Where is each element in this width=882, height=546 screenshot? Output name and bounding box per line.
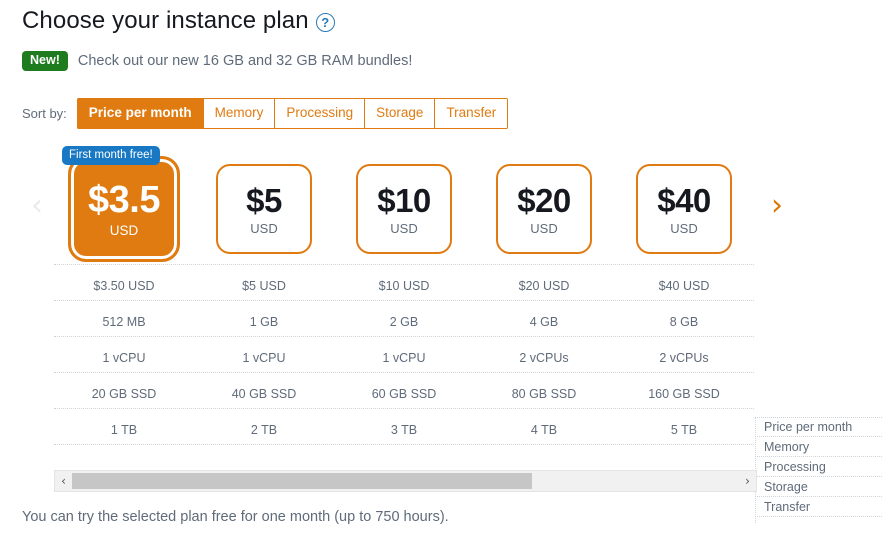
plan-spec-cell: 1 vCPU — [242, 351, 286, 365]
plan-currency: USD — [390, 220, 418, 236]
carousel-prev-chevron-icon[interactable]: ‹ — [22, 191, 52, 221]
plan-currency: USD — [109, 223, 139, 238]
plan-spec-cell: 60 GB SSD — [371, 387, 437, 401]
plan-spec-cell: 2 GB — [389, 315, 419, 329]
sort-option-memory[interactable]: Memory — [203, 98, 276, 129]
plan-column: $5 USD $5 USD 1 GB 1 vCPU 40 GB SSD 2 TB — [194, 146, 334, 446]
horizontal-scrollbar[interactable]: ‹ › — [54, 470, 757, 492]
plan-spec-cell: 3 TB — [390, 423, 418, 437]
plan-carousel: ‹ › First month free! $3.5 USD $3.50 USD 512… — [0, 146, 882, 523]
plan-column: $40 USD $40 USD 8 GB 2 vCPUs 160 GB SSD 5 TB — [614, 146, 754, 446]
carousel-next-chevron-icon[interactable]: › — [762, 191, 792, 221]
plan-spec-cell: 1 vCPU — [102, 351, 146, 365]
new-badge: New! — [22, 51, 68, 71]
sort-option-processing[interactable]: Processing — [275, 98, 366, 129]
plan-currency: USD — [250, 220, 278, 236]
plan-price: $40 — [657, 181, 711, 219]
scrollbar-right-arrow-icon[interactable]: › — [739, 471, 756, 491]
sort-segmented-control: Price per month Memory Processing Storage Tr… — [76, 98, 509, 129]
sort-by-control: Sort by: Price per month Memory Processing… — [22, 98, 509, 129]
plan-spec-cell: 80 GB SSD — [511, 387, 577, 401]
plan-spec-cell: 160 GB SSD — [648, 387, 720, 401]
row-separator — [54, 336, 754, 337]
new-feature-banner: New! Check out our new 16 GB and 32 GB R… — [22, 51, 412, 71]
spec-label-storage: Storage — [755, 477, 882, 497]
spec-label-processing: Processing — [755, 457, 882, 477]
plan-spec-cell: 512 MB — [102, 315, 146, 329]
sort-option-transfer[interactable]: Transfer — [435, 98, 509, 129]
plan-spec-cell: 40 GB SSD — [231, 387, 297, 401]
scrollbar-left-arrow-icon[interactable]: ‹ — [55, 471, 72, 491]
plan-card[interactable]: $40 USD — [636, 164, 732, 254]
plan-spec-cell: 5 TB — [670, 423, 698, 437]
help-icon[interactable]: ? — [315, 13, 335, 32]
sort-by-label: Sort by: — [22, 106, 67, 121]
row-separator — [54, 264, 754, 265]
spec-label-price-per-month: Price per month — [755, 417, 882, 437]
spec-label-memory: Memory — [755, 437, 882, 457]
row-separator — [54, 372, 754, 373]
plan-spec-cell: $40 USD — [658, 279, 710, 293]
plan-card-selected[interactable]: $3.5 USD — [68, 156, 180, 262]
footer-note: You can try the selected plan free for o… — [22, 509, 449, 525]
sort-option-storage[interactable]: Storage — [365, 98, 436, 129]
plan-spec-cell: $20 USD — [518, 279, 570, 293]
plan-spec-cell: $3.50 USD — [93, 279, 155, 293]
plan-spec-cell: 2 vCPUs — [659, 351, 709, 365]
plan-spec-cell: 1 vCPU — [382, 351, 426, 365]
plan-spec-cell: 4 TB — [530, 423, 558, 437]
plan-column: First month free! $3.5 USD $3.50 USD 512 MB 1… — [54, 146, 194, 446]
plan-currency: USD — [530, 220, 558, 236]
plan-spec-cell: 4 GB — [529, 315, 559, 329]
scrollbar-thumb[interactable] — [72, 473, 533, 489]
plan-spec-cell: 8 GB — [669, 315, 699, 329]
plan-card[interactable]: $10 USD — [356, 164, 452, 254]
plan-column: $20 USD $20 USD 4 GB 2 vCPUs 80 GB SSD 4 TB — [474, 146, 614, 446]
plan-currency: USD — [670, 220, 698, 236]
plan-price: $5 — [246, 181, 282, 219]
plan-price: $20 — [517, 181, 571, 219]
row-separator — [54, 408, 754, 409]
plan-spec-cell: $10 USD — [378, 279, 430, 293]
plan-spec-cell: 2 vCPUs — [519, 351, 569, 365]
page-title: Choose your instance plan — [22, 7, 309, 34]
plan-ribbon-badge: First month free! — [62, 146, 160, 165]
spec-label-panel: Price per month Memory Processing Storage Tr… — [755, 417, 882, 523]
plan-column: $10 USD $10 USD 2 GB 1 vCPU 60 GB SSD 3 TB — [334, 146, 474, 446]
plan-spec-cell: 2 TB — [250, 423, 278, 437]
plan-columns: First month free! $3.5 USD $3.50 USD 512 MB 1… — [54, 146, 754, 446]
plan-price: $10 — [377, 181, 431, 219]
plan-spec-cell: $5 USD — [242, 279, 286, 293]
plan-spec-cell: 20 GB SSD — [91, 387, 157, 401]
sort-option-price-per-month[interactable]: Price per month — [76, 98, 204, 129]
spec-label-transfer: Transfer — [755, 497, 882, 517]
row-separator — [54, 444, 754, 445]
plan-price: $3.5 — [88, 179, 160, 221]
plan-card[interactable]: $5 USD — [216, 164, 312, 254]
page-header: Choose your instance plan ? — [22, 6, 335, 36]
plan-spec-cell: 1 GB — [249, 315, 279, 329]
scrollbar-track[interactable] — [72, 473, 739, 489]
new-banner-text: Check out our new 16 GB and 32 GB RAM bu… — [77, 53, 413, 69]
row-separator — [54, 300, 754, 301]
plan-card[interactable]: $20 USD — [496, 164, 592, 254]
plan-spec-cell: 1 TB — [110, 423, 138, 437]
